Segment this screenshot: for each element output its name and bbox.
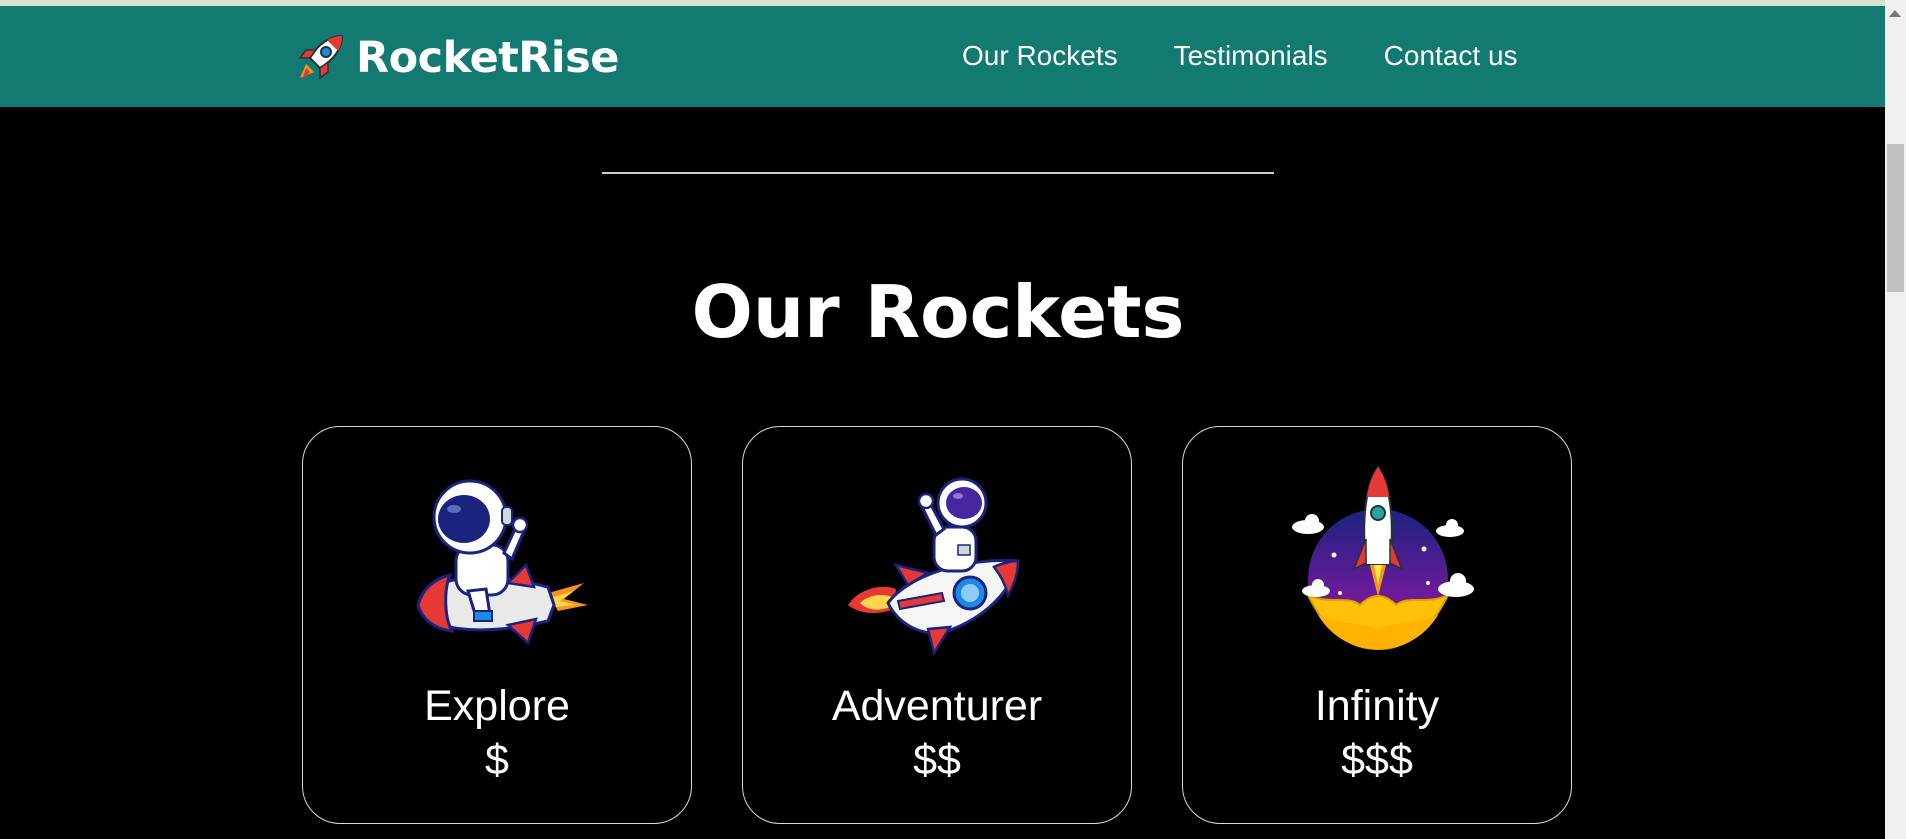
- brand-name: RocketRise: [356, 33, 619, 83]
- brand-link[interactable]: RocketRise: [292, 30, 619, 86]
- card-price: $: [485, 736, 509, 784]
- nav-link-our-rockets[interactable]: Our Rockets: [962, 40, 1118, 72]
- astronaut-waving-on-rocket-icon: [848, 477, 1020, 655]
- rocket-icon: [298, 34, 344, 80]
- nav-links: Our Rockets Testimonials Contact us: [962, 40, 1518, 72]
- section-title: Our Rockets: [691, 270, 1185, 354]
- rocket-card-adventurer[interactable]: Adventurer $$: [742, 426, 1132, 824]
- rocket-launch-icon: [1292, 465, 1474, 651]
- card-name: Adventurer: [831, 682, 1043, 730]
- card-name: Explore: [424, 682, 570, 730]
- nav-link-testimonials[interactable]: Testimonials: [1174, 40, 1328, 72]
- vertical-scrollbar[interactable]: [1885, 0, 1906, 839]
- card-price: $$: [913, 736, 961, 784]
- rocket-card-explore[interactable]: Explore $: [302, 426, 692, 824]
- scrollbar-thumb[interactable]: [1887, 144, 1904, 292]
- section-divider: [602, 172, 1274, 174]
- scroll-up-arrow-icon[interactable]: [1889, 10, 1901, 17]
- astronaut-riding-rocket-icon: [416, 479, 588, 646]
- card-price: $$$: [1341, 736, 1413, 784]
- nav-link-contact-us[interactable]: Contact us: [1384, 40, 1518, 72]
- rocket-card-infinity[interactable]: Infinity $$$: [1182, 426, 1572, 824]
- card-name: Infinity: [1314, 682, 1440, 730]
- navbar: RocketRise Our Rockets Testimonials Cont…: [0, 6, 1885, 107]
